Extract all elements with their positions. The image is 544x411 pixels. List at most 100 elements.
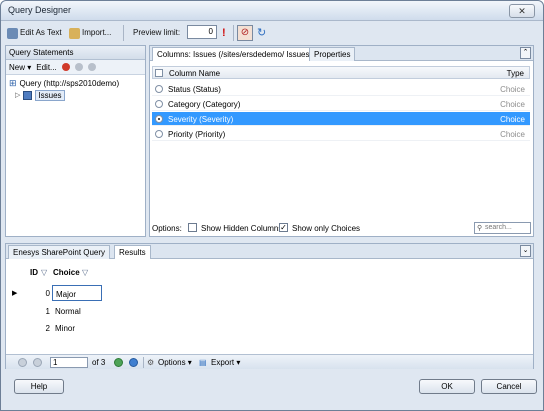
show-hidden-label: Show Hidden Columns (201, 224, 283, 233)
column-type: Choice (500, 130, 525, 139)
import-button[interactable]: Import... (69, 25, 111, 41)
first-page-icon[interactable] (18, 358, 27, 367)
disable-preview-icon[interactable]: ⊘ (237, 25, 253, 41)
export-menu-button[interactable]: Export ▾ (211, 358, 240, 367)
close-button[interactable]: ✕ (509, 4, 535, 18)
query-statements-header: Query Statements (6, 46, 145, 60)
search-input[interactable]: ⚲ search... (474, 222, 531, 234)
tree-list-node[interactable]: ▷ Issues (9, 89, 142, 101)
options-bar: Options: Show Hidden Columns ✓ Show only… (150, 220, 533, 236)
toolbar-separator (123, 25, 124, 41)
import-label: Import... (82, 28, 112, 37)
column-type: Choice (500, 115, 525, 124)
result-choice[interactable]: Minor (52, 320, 102, 336)
result-row[interactable]: ▶ 0 Major (12, 285, 112, 302)
tab-results[interactable]: Results (114, 245, 151, 259)
options-gear-icon[interactable]: ⚙ (147, 358, 154, 367)
export-menu-label: Export (211, 358, 235, 367)
results-pager: 1 of 3 ⚙ Options ▾ ▤ Export ▾ (6, 354, 533, 369)
tab-columns[interactable]: Columns: Issues (/sites/ersdedemo/ Issue… (152, 47, 318, 61)
list-icon (23, 90, 33, 100)
cancel-button[interactable]: Cancel (481, 379, 537, 394)
column-name-header[interactable]: Column Name (169, 69, 220, 78)
tree-query-node[interactable]: ⊞ Query (http://sps2010demo) (9, 77, 142, 89)
show-only-choices-checkbox[interactable]: ✓ (279, 223, 288, 232)
column-radio[interactable] (155, 100, 163, 108)
show-only-choices-label: Show only Choices (292, 224, 361, 233)
columns-grid-header: Column Name Type (152, 66, 530, 79)
collapse-down-icon[interactable]: ⌄ (520, 245, 531, 257)
query-tree: ⊞ Query (http://sps2010demo) ▷ Issues (6, 75, 145, 103)
pager-separator (143, 357, 144, 368)
columns-panel: Columns: Issues (/sites/ersdedemo/ Issue… (149, 45, 534, 237)
next-page-icon[interactable] (114, 358, 123, 367)
page-count-label: of 3 (92, 358, 106, 367)
column-name: Status (Status) (168, 85, 221, 94)
tree-query-label: Query (http://sps2010demo) (19, 78, 120, 88)
result-id: 0 (45, 289, 50, 298)
options-menu-button[interactable]: Options ▾ (158, 358, 192, 367)
search-icon: ⚲ (477, 225, 483, 232)
column-radio[interactable] (155, 85, 163, 93)
results-header: ID ▽ Choice ▽ (12, 268, 112, 281)
help-button[interactable]: Help (14, 379, 64, 394)
toolbar-separator (233, 25, 234, 41)
expand-icon[interactable]: ▷ (15, 91, 20, 99)
options-menu-label: Options (158, 358, 186, 367)
id-filter-icon[interactable]: ▽ (41, 268, 47, 277)
search-placeholder: search... (485, 224, 512, 231)
import-icon (69, 27, 80, 39)
column-row[interactable]: Status (Status) Choice (152, 82, 530, 96)
result-choice[interactable]: Normal (52, 303, 102, 319)
preview-limit-input[interactable]: 0 (187, 25, 217, 39)
title-bar: Query Designer ✕ (1, 1, 543, 21)
column-radio[interactable] (155, 130, 163, 138)
current-row-indicator-icon: ▶ (12, 290, 18, 297)
previous-page-icon[interactable] (33, 358, 42, 367)
new-label: New (9, 62, 26, 72)
edit-button[interactable]: Edit... (36, 63, 56, 72)
refresh-icon[interactable]: ↻ (257, 25, 266, 41)
tree-list-label: Issues (35, 89, 65, 101)
move-down-icon[interactable] (87, 63, 96, 71)
query-icon: ⊞ (9, 77, 17, 88)
select-all-checkbox[interactable] (155, 69, 163, 77)
query-designer-window: Query Designer ✕ Edit As Text Import... … (0, 0, 544, 411)
export-icon[interactable]: ▤ (199, 358, 207, 367)
query-statements-panel: Query Statements New ▾ Edit... ⊞ Query (… (5, 45, 146, 237)
options-label: Options: (152, 224, 182, 233)
edit-as-text-label: Edit As Text (20, 28, 62, 37)
column-type: Choice (500, 100, 525, 109)
page-number-input[interactable]: 1 (50, 357, 88, 368)
show-hidden-checkbox[interactable] (188, 223, 197, 232)
column-row-selected[interactable]: Severity (Severity) Choice (152, 112, 530, 126)
result-row[interactable]: 1 Normal (12, 303, 112, 320)
result-id: 1 (45, 307, 50, 316)
column-radio[interactable] (155, 115, 163, 123)
column-type: Choice (500, 85, 525, 94)
new-button[interactable]: New ▾ (9, 63, 31, 72)
move-up-icon[interactable] (74, 63, 83, 71)
edit-as-text-button[interactable]: Edit As Text (7, 25, 62, 41)
results-panel: Enesys SharePoint Query Results ⌄ ID ▽ C… (5, 243, 534, 369)
bottom-tabs: Enesys SharePoint Query Results ⌄ (6, 244, 533, 259)
tab-enesys-query[interactable]: Enesys SharePoint Query (8, 245, 111, 259)
delete-icon[interactable] (61, 63, 70, 71)
column-name: Category (Category) (168, 100, 241, 109)
collapse-up-icon[interactable]: ⌃ (520, 47, 531, 59)
choice-header[interactable]: Choice (53, 268, 80, 277)
warning-icon: ! (222, 27, 226, 39)
result-row[interactable]: 2 Minor (12, 320, 112, 337)
tab-properties[interactable]: Properties (309, 47, 356, 61)
result-choice[interactable]: Major (52, 285, 102, 301)
columns-tabs: Columns: Issues (/sites/ersdedemo/ Issue… (150, 46, 533, 61)
id-header[interactable]: ID (30, 268, 38, 277)
main-toolbar: Edit As Text Import... Preview limit: 0 … (5, 23, 539, 43)
last-page-icon[interactable] (129, 358, 138, 367)
column-row[interactable]: Category (Category) Choice (152, 97, 530, 111)
choice-filter-icon[interactable]: ▽ (82, 268, 88, 277)
type-header[interactable]: Type (507, 69, 524, 78)
query-statements-toolbar: New ▾ Edit... (6, 60, 145, 75)
ok-button[interactable]: OK (419, 379, 475, 394)
column-row[interactable]: Priority (Priority) Choice (152, 127, 530, 141)
